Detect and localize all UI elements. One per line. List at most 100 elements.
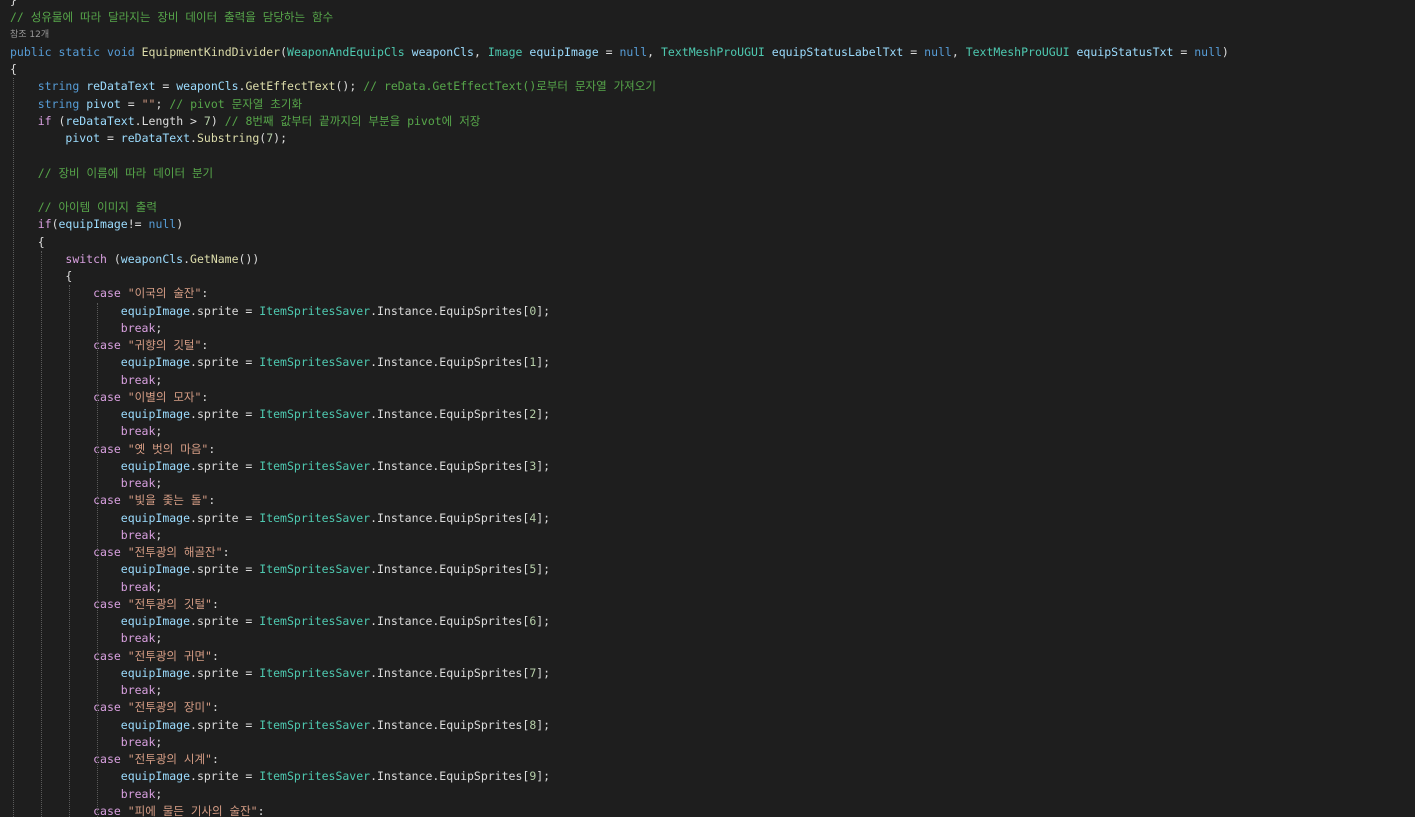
code-line[interactable]: equipImage.sprite = ItemSpritesSaver.Ins… (10, 458, 550, 475)
code-token: ()) (238, 251, 260, 266)
code-line[interactable]: case "이별의 모자": (10, 389, 208, 406)
code-token: ]; (536, 355, 551, 370)
code-token: ( (280, 44, 288, 59)
code-line[interactable]: equipImage.sprite = ItemSpritesSaver.Ins… (10, 510, 550, 527)
code-line[interactable]: equipImage.sprite = ItemSpritesSaver.Ins… (10, 613, 550, 630)
code-token: "귀향의 깃털" (127, 338, 202, 352)
code-token: : (212, 596, 219, 611)
code-line[interactable]: case "귀향의 깃털": (10, 337, 208, 354)
code-token: // 장비 이름에 따라 데이터 분기 (37, 165, 214, 180)
code-token: .Instance.EquipSprites[ (370, 562, 530, 577)
code-line[interactable]: equipImage.sprite = ItemSpritesSaver.Ins… (10, 561, 550, 578)
code-token: reDataText (86, 79, 156, 94)
code-token: pivot (65, 131, 101, 145)
code-line[interactable]: string reDataText = weaponCls.GetEffectT… (10, 78, 656, 95)
code-line[interactable]: // 장비 이름에 따라 데이터 분기 (10, 165, 213, 182)
code-token: break (120, 527, 156, 542)
code-line[interactable]: case "이국의 술잔": (10, 285, 208, 302)
code-token: .Instance.EquipSprites[ (370, 303, 530, 318)
code-line[interactable]: break; (10, 423, 163, 440)
code-line[interactable]: { (10, 234, 45, 251)
code-token: break (120, 320, 156, 335)
code-line[interactable]: break; (10, 682, 163, 699)
code-token: .Instance.EquipSprites[ (370, 458, 530, 473)
code-line[interactable]: string pivot = ""; // pivot 문자열 초기화 (10, 96, 302, 113)
code-line[interactable]: break; (10, 372, 163, 389)
code-token: "이별의 모자" (127, 389, 202, 404)
code-line[interactable]: break; (10, 475, 163, 492)
code-token: equipImage (120, 355, 191, 370)
code-line[interactable]: case "전투광의 해골잔": (10, 544, 229, 561)
code-token: switch (65, 251, 107, 266)
code-token: break (120, 734, 156, 749)
code-token: TextMeshProUGUI (965, 44, 1070, 59)
code-line[interactable]: if (reDataText.Length > 7) // 8번째 값부터 끝까… (10, 113, 481, 130)
codelens-references[interactable]: 참조 12개 (10, 27, 49, 44)
code-editor[interactable]: } // 성유물에 따라 달라지는 장비 데이터 출력을 담당하는 함수 참조 12… (0, 0, 1415, 817)
code-token: "빛을 좇는 돌" (127, 493, 209, 508)
code-line[interactable]: equipImage.sprite = ItemSpritesSaver.Ins… (10, 768, 550, 785)
code-token: ItemSpritesSaver (259, 458, 371, 473)
code-token: .sprite = (190, 355, 260, 370)
code-token: ]; (536, 769, 551, 784)
code-line[interactable]: break; (10, 320, 163, 337)
code-line[interactable]: { (10, 61, 17, 78)
code-line[interactable]: pivot = reDataText.Substring(7); (10, 130, 287, 147)
code-line[interactable]: if(equipImage!= null) (10, 216, 183, 233)
code-token: // 아이템 이미지 출력 (37, 200, 157, 214)
code-token: static (58, 44, 101, 59)
code-line[interactable]: switch (weaponCls.GetName()) (10, 251, 259, 268)
code-token: .Instance.EquipSprites[ (370, 614, 530, 628)
code-token: ); (273, 131, 288, 145)
code-line[interactable]: public static void EquipmentKindDivider(… (10, 44, 1229, 61)
code-token: public (10, 44, 52, 59)
code-line[interactable]: } (10, 0, 17, 9)
code-line[interactable]: equipImage.sprite = ItemSpritesSaver.Ins… (10, 303, 550, 320)
code-token: : (257, 803, 265, 817)
code-token: ) (210, 113, 225, 128)
code-line[interactable]: equipImage.sprite = ItemSpritesSaver.Ins… (10, 406, 550, 423)
code-token: equipImage (120, 303, 191, 318)
indent-guide (97, 302, 98, 817)
code-token: 7 (203, 113, 211, 128)
code-token: null (619, 44, 648, 59)
code-token: : (208, 493, 216, 508)
code-line[interactable]: case "피에 물든 기사의 술잔": (10, 803, 265, 817)
code-token: .sprite = (190, 510, 260, 525)
code-line[interactable]: equipImage.sprite = ItemSpritesSaver.Ins… (10, 354, 550, 371)
code-line[interactable]: break; (10, 630, 163, 647)
code-line[interactable]: break; (10, 734, 163, 751)
code-token: ]; (536, 562, 551, 577)
code-line[interactable]: // 성유물에 따라 달라지는 장비 데이터 출력을 담당하는 함수 (10, 9, 333, 26)
code-line[interactable]: equipImage.sprite = ItemSpritesSaver.Ins… (10, 665, 550, 682)
code-line[interactable]: equipImage.sprite = ItemSpritesSaver.Ins… (10, 717, 550, 734)
code-token: = (155, 79, 177, 94)
code-line[interactable]: break; (10, 786, 163, 803)
code-token: reDataText (65, 113, 135, 128)
code-token: ItemSpritesSaver (259, 614, 371, 628)
code-line[interactable]: break; (10, 527, 163, 544)
code-line[interactable]: // 아이템 이미지 출력 (10, 199, 157, 216)
code-line[interactable]: break; (10, 579, 163, 596)
